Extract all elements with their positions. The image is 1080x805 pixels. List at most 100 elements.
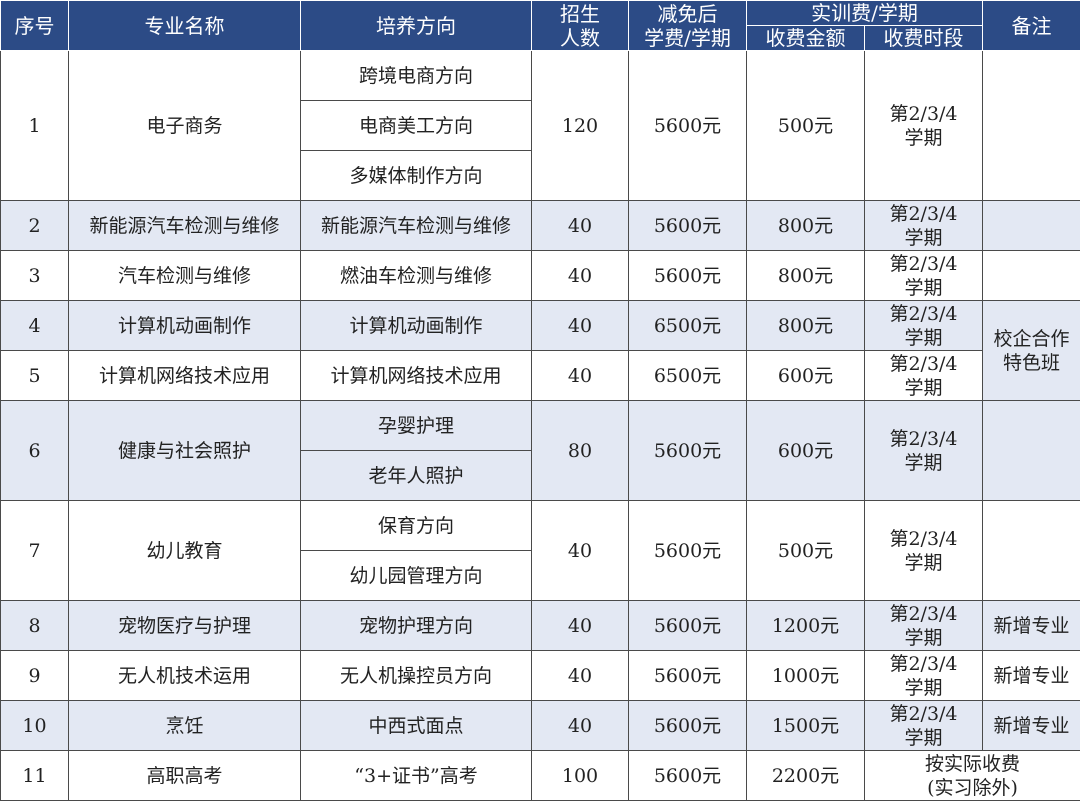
cell-period: 第2/3/4 学期 — [864, 650, 983, 701]
cell-direction: 计算机动画制作 — [300, 300, 532, 351]
cell-period: 第2/3/4 学期 — [864, 250, 983, 301]
cell-remark: 新增专业 — [982, 650, 1080, 701]
cell-enroll: 40 — [531, 250, 629, 301]
cell-major: 高职高考 — [68, 750, 301, 801]
table-row: 4 计算机动画制作 计算机动画制作 40 6500元 800元 第2/3/4 学… — [0, 300, 1080, 401]
table-row: 7 幼儿教育 保育方向 40 5600元 500元 第2/3/4 学期 — [0, 500, 1080, 601]
cell-tuition: 5600元 — [628, 250, 747, 301]
cell-tuition: 5600元 — [628, 500, 747, 601]
cell-enroll: 40 — [531, 500, 629, 601]
cell-direction: 新能源汽车检测与维修 — [300, 200, 532, 251]
cell-direction: “3+证书”高考 — [300, 750, 532, 801]
table-row: 9 无人机技术运用 无人机操控员方向 40 5600元 1000元 第2/3/4… — [0, 650, 1080, 701]
cell-tuition: 5600元 — [628, 600, 747, 651]
cell-period: 第2/3/4 学期 — [864, 300, 983, 351]
cell-direction: 燃油车检测与维修 — [300, 250, 532, 301]
cell-fee: 1000元 — [746, 650, 865, 701]
cell-enroll: 40 — [531, 200, 629, 251]
cell-enroll: 40 — [531, 650, 629, 701]
cell-direction: 电商美工方向 — [300, 100, 532, 151]
cell-major: 电子商务 — [68, 50, 301, 201]
table-row: 2 新能源汽车检测与维修 新能源汽车检测与维修 40 5600元 800元 第2… — [0, 200, 1080, 251]
cell-period: 第2/3/4 学期 — [864, 500, 983, 601]
cell-seq: 1 — [0, 50, 69, 201]
cell-remark — [982, 500, 1080, 601]
cell-fee: 600元 — [746, 400, 865, 501]
header-direction: 培养方向 — [300, 0, 532, 51]
cell-fee: 500元 — [746, 50, 865, 201]
cell-major: 无人机技术运用 — [68, 650, 301, 701]
cell-seq: 9 — [0, 650, 69, 701]
cell-seq: 10 — [0, 700, 69, 751]
cell-seq: 7 — [0, 500, 69, 601]
cell-enroll: 40 — [531, 600, 629, 651]
cell-direction: 跨境电商方向 — [300, 50, 532, 101]
cell-major: 计算机网络技术应用 — [68, 350, 301, 401]
cell-enroll: 100 — [531, 750, 629, 801]
header-fee-period: 收费时段 — [864, 25, 983, 51]
table-row: 1 电子商务 跨境电商方向 120 5600元 500元 第2/3/4 学期 — [0, 50, 1080, 201]
cell-period: 第2/3/4 学期 — [864, 350, 983, 401]
table-row: 3 汽车检测与维修 燃油车检测与维修 40 5600元 800元 第2/3/4 … — [0, 250, 1080, 301]
table-row: 10 烹饪 中西式面点 40 5600元 1500元 第2/3/4 学期 新增专… — [0, 700, 1080, 751]
header-tuition: 减免后 学费/学期 — [628, 0, 747, 51]
cell-direction: 宠物护理方向 — [300, 600, 532, 651]
cell-fee: 800元 — [746, 250, 865, 301]
table-row: 6 健康与社会照护 孕婴护理 80 5600元 600元 第2/3/4 学期 — [0, 400, 1080, 501]
cell-tuition: 5600元 — [628, 50, 747, 201]
cell-tuition: 5600元 — [628, 750, 747, 801]
cell-major: 新能源汽车检测与维修 — [68, 200, 301, 251]
cell-major: 健康与社会照护 — [68, 400, 301, 501]
cell-remark — [982, 50, 1080, 201]
cell-remark — [982, 200, 1080, 251]
cell-fee: 2200元 — [746, 750, 865, 801]
cell-remark — [982, 250, 1080, 301]
header-seq: 序号 — [0, 0, 69, 51]
cell-tuition: 5600元 — [628, 650, 747, 701]
cell-seq: 3 — [0, 250, 69, 301]
cell-seq: 5 — [0, 350, 69, 401]
table-row: 11 高职高考 “3+证书”高考 100 5600元 2200元 按实际收费 (… — [0, 750, 1080, 801]
cell-period-remark: 按实际收费 (实习除外) — [864, 750, 1080, 801]
cell-period: 第2/3/4 学期 — [864, 600, 983, 651]
cell-seq: 11 — [0, 750, 69, 801]
cell-fee: 600元 — [746, 350, 865, 401]
cell-period: 第2/3/4 学期 — [864, 400, 983, 501]
header-major: 专业名称 — [68, 0, 301, 51]
cell-major: 宠物医疗与护理 — [68, 600, 301, 651]
cell-enroll: 80 — [531, 400, 629, 501]
cell-direction: 保育方向 — [300, 500, 532, 551]
header-fee-amount: 收费金额 — [746, 25, 865, 51]
cell-seq: 4 — [0, 300, 69, 351]
cell-tuition: 5600元 — [628, 200, 747, 251]
cell-period: 第2/3/4 学期 — [864, 700, 983, 751]
cell-direction: 幼儿园管理方向 — [300, 550, 532, 601]
cell-enroll: 120 — [531, 50, 629, 201]
cell-tuition: 5600元 — [628, 700, 747, 751]
cell-major: 幼儿教育 — [68, 500, 301, 601]
cell-direction: 无人机操控员方向 — [300, 650, 532, 701]
cell-major: 汽车检测与维修 — [68, 250, 301, 301]
header-training: 实训费/学期 — [746, 0, 983, 26]
cell-fee: 500元 — [746, 500, 865, 601]
cell-seq: 8 — [0, 600, 69, 651]
cell-tuition: 6500元 — [628, 350, 747, 401]
cell-tuition: 6500元 — [628, 300, 747, 351]
cell-fee: 1200元 — [746, 600, 865, 651]
cell-tuition: 5600元 — [628, 400, 747, 501]
cell-remark — [982, 400, 1080, 501]
cell-fee: 800元 — [746, 200, 865, 251]
table-row: 8 宠物医疗与护理 宠物护理方向 40 5600元 1200元 第2/3/4 学… — [0, 600, 1080, 651]
cell-major: 计算机动画制作 — [68, 300, 301, 351]
fee-table: 序号 专业名称 培养方向 招生 人数 减免后 学费/学期 实训费/学期 备注 收… — [0, 0, 1080, 801]
cell-enroll: 40 — [531, 700, 629, 751]
cell-seq: 6 — [0, 400, 69, 501]
cell-period: 第2/3/4 学期 — [864, 50, 983, 201]
cell-direction: 计算机网络技术应用 — [300, 350, 532, 401]
cell-seq: 2 — [0, 200, 69, 251]
cell-fee: 800元 — [746, 300, 865, 351]
cell-enroll: 40 — [531, 300, 629, 351]
cell-direction: 中西式面点 — [300, 700, 532, 751]
cell-remark: 新增专业 — [982, 700, 1080, 751]
cell-fee: 1500元 — [746, 700, 865, 751]
